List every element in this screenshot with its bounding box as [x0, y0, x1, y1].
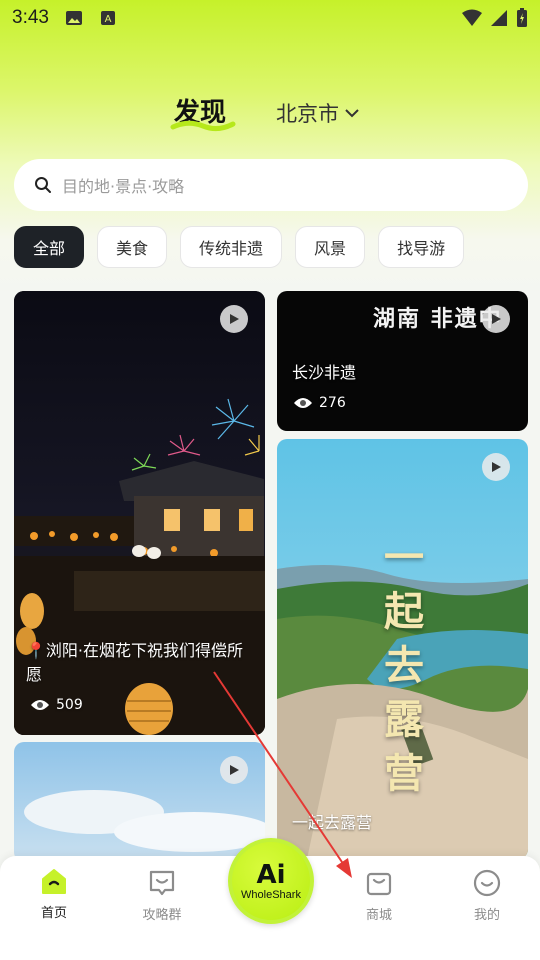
feed-card-changsha[interactable]: 湖南 非遗中 长沙非遗 276: [277, 291, 528, 431]
smile-profile-icon: [473, 869, 501, 897]
play-button[interactable]: [482, 453, 510, 481]
city-label: 北京市: [276, 102, 339, 126]
category-chip-heritage[interactable]: 传统非遗: [180, 226, 283, 268]
chevron-down-icon: [345, 109, 359, 118]
nav-label-guide-group: 攻略群: [142, 908, 182, 923]
search-bar[interactable]: 目的地·景点·攻略: [14, 159, 528, 211]
search-input[interactable]: 目的地·景点·攻略: [62, 173, 184, 197]
ai-assistant-button[interactable]: Ai WholeShark: [228, 838, 314, 924]
play-button[interactable]: [220, 305, 248, 333]
status-bar: 3:43 A: [0, 0, 540, 36]
play-icon: [230, 765, 239, 775]
nav-label-mall: 商城: [365, 908, 392, 923]
play-icon: [230, 314, 239, 324]
nav-item-mall[interactable]: 商城: [339, 868, 419, 923]
shopping-bag-icon: [366, 872, 392, 896]
font-notification-icon: A: [100, 11, 115, 25]
category-chip-scenery[interactable]: 风景: [295, 226, 366, 268]
play-button[interactable]: [220, 756, 248, 784]
eye-icon: [294, 398, 312, 408]
view-count: 276: [293, 395, 346, 411]
ai-label: Ai: [256, 860, 286, 890]
card-title: 一起去露营: [292, 813, 373, 832]
nav-item-guide-group[interactable]: 攻略群: [122, 868, 202, 923]
play-icon: [492, 462, 501, 472]
nav-item-mine[interactable]: 我的: [447, 868, 527, 923]
play-icon: [492, 314, 501, 324]
category-chip-food[interactable]: 美食: [97, 226, 168, 268]
wifi-icon: [462, 9, 482, 26]
feed-card-sky[interactable]: [14, 742, 265, 862]
search-icon: [35, 177, 51, 193]
play-button[interactable]: [482, 305, 510, 333]
title-underline-decoration: [170, 120, 236, 132]
nav-item-home[interactable]: 首页: [14, 868, 94, 921]
chat-group-icon: [149, 870, 175, 896]
home-icon: [42, 869, 66, 894]
nav-label-home: 首页: [40, 906, 67, 921]
brand-label: WholeShark: [241, 889, 301, 901]
view-count: 509: [30, 697, 83, 713]
svg-text:A: A: [105, 14, 112, 25]
card-title: 📍浏阳·在烟花下祝我们得偿所愿: [26, 641, 244, 684]
feed-card-camping[interactable]: 一起去露营 一起去露营: [277, 439, 528, 859]
battery-icon: [517, 8, 527, 27]
page-header: 发现 北京市: [0, 88, 540, 138]
city-selector[interactable]: 北京市: [276, 98, 359, 128]
nav-label-mine: 我的: [473, 908, 500, 923]
card-title: 长沙非遗: [292, 363, 357, 382]
card-overlay-text: 一起去露营: [384, 534, 424, 797]
category-chip-guide[interactable]: 找导游: [378, 226, 465, 268]
image-icon: [65, 11, 82, 25]
category-tabs: 全部 美食 传统非遗 风景 找导游: [14, 226, 465, 268]
status-time: 3:43: [12, 7, 49, 28]
view-count-value: 276: [319, 395, 346, 411]
view-count-value: 509: [56, 697, 83, 713]
category-chip-all[interactable]: 全部: [14, 226, 85, 268]
signal-icon: [491, 10, 507, 26]
feed-card-liuyang[interactable]: 📍浏阳·在烟花下祝我们得偿所愿 509: [14, 291, 265, 735]
eye-icon: [31, 700, 49, 710]
